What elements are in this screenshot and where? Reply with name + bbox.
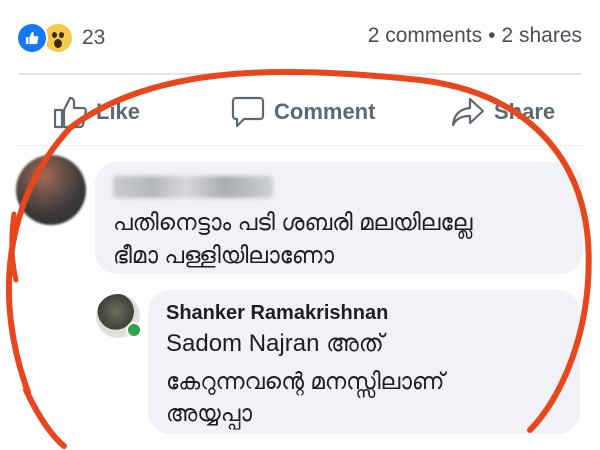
reply-text-line: അയ്യപ്പാ [166, 400, 252, 426]
comment-label: Comment [274, 99, 376, 124]
replier-name[interactable]: Shanker Ramakrishnan [166, 302, 388, 325]
comment-bubble-icon [231, 96, 265, 128]
post-actions: Like Comment Share [0, 86, 600, 138]
divider [18, 73, 582, 75]
separator-dot: • [488, 24, 496, 47]
shares-count-link[interactable]: 2 shares [501, 24, 582, 47]
like-reaction-icon [16, 22, 48, 54]
reaction-count: 23 [82, 26, 106, 49]
reaction-summary[interactable]: 23 [16, 22, 105, 54]
share-button[interactable]: Share [450, 86, 555, 138]
comment-bubble: പതിനെട്ടാം പടി ശബരി മലയിലല്ലേ ഭീമാ പള്ളി… [95, 162, 583, 274]
comments-count-link[interactable]: 2 comments [368, 24, 482, 47]
like-button[interactable]: Like [52, 86, 140, 138]
commenter-name-blurred[interactable] [113, 176, 273, 198]
share-label: Share [494, 99, 556, 124]
reply-text-line: കേറുന്നവന്റെ മനസ്സിലാണ് [166, 368, 445, 394]
commenter-avatar-blurred[interactable] [16, 155, 86, 225]
online-status-indicator [126, 322, 142, 338]
facebook-post-footer: 23 2 comments • 2 shares Like Comment Shar… [0, 0, 600, 450]
comment-text-line: പതിനെട്ടാം പടി ശബരി മലയിലല്ലേ [113, 209, 473, 235]
share-arrow-icon [451, 97, 485, 127]
post-stats-row: 23 2 comments • 2 shares [0, 14, 600, 58]
reply-text-line: Sadom Najran അത് [166, 330, 384, 357]
divider [18, 145, 582, 146]
comments-shares-summary: 2 comments • 2 shares [368, 24, 582, 48]
like-label: Like [96, 99, 141, 124]
comment-text-line: ഭീമാ പള്ളിയിലാണോ [113, 242, 335, 268]
thumbs-up-icon [53, 96, 88, 129]
reply-bubble: Shanker Ramakrishnan Sadom Najran അത് കേ… [148, 290, 580, 434]
comment-button[interactable]: Comment [230, 86, 375, 138]
